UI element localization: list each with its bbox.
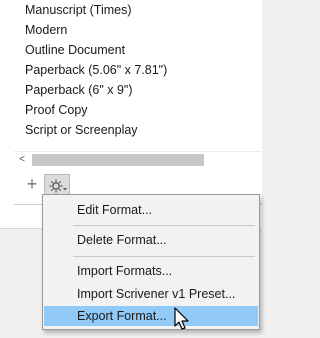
format-list-item[interactable]: Manuscript (Times) xyxy=(25,0,132,20)
menu-item-delete-format[interactable]: Delete Format... xyxy=(44,230,258,250)
scrollbar-thumb[interactable] xyxy=(32,154,204,166)
format-list-item[interactable]: Proof Copy xyxy=(25,100,88,120)
format-list-item[interactable]: Modern xyxy=(25,20,67,40)
horizontal-scrollbar[interactable]: < xyxy=(14,151,262,168)
format-list: Manuscript (Times) Modern Outline Docume… xyxy=(0,0,262,148)
menu-item-label: Edit Format... xyxy=(77,203,153,217)
gear-menu-button[interactable] xyxy=(44,174,70,196)
menu-item-import-v1-preset[interactable]: Import Scrivener v1 Preset... xyxy=(44,284,258,304)
menu-item-edit-format[interactable]: Edit Format... xyxy=(44,200,258,220)
format-list-item[interactable]: Paperback (5.06" x 7.81") xyxy=(25,60,167,80)
menu-item-label: Export Format... xyxy=(77,309,167,323)
menu-separator xyxy=(73,225,255,226)
format-list-item[interactable]: Paperback (6" x 9") xyxy=(25,80,133,100)
format-list-item[interactable]: Outline Document xyxy=(25,40,125,60)
menu-separator xyxy=(73,256,255,257)
menu-item-label: Delete Format... xyxy=(77,233,167,247)
gear-context-menu: Edit Format... Delete Format... Import F… xyxy=(42,194,260,330)
menu-item-label: Import Formats... xyxy=(77,264,173,278)
menu-item-export-format[interactable]: Export Format... xyxy=(44,306,258,326)
menu-item-label: Import Scrivener v1 Preset... xyxy=(77,287,236,301)
scroll-left-arrow[interactable]: < xyxy=(16,152,28,168)
menu-item-import-formats[interactable]: Import Formats... xyxy=(44,261,258,281)
chevron-down-icon xyxy=(63,188,67,191)
mouse-cursor-icon xyxy=(174,307,189,330)
plus-icon[interactable]: + xyxy=(22,175,42,195)
gear-icon xyxy=(49,179,67,193)
format-list-item[interactable]: Script or Screenplay xyxy=(25,120,138,140)
